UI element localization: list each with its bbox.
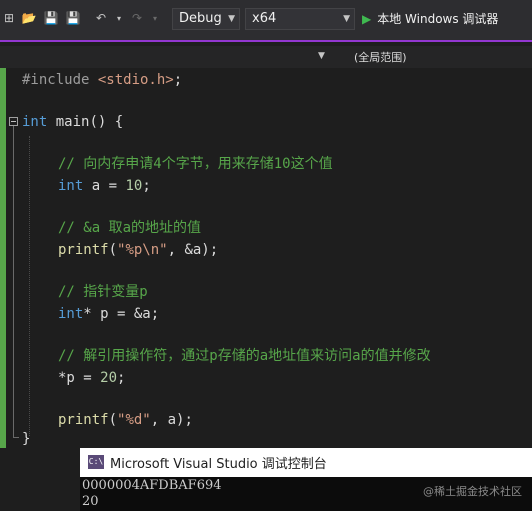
save-icon[interactable]: 💾	[42, 9, 60, 27]
code-comment-1: // 向内存申请4个字节，用来存储10这个值	[58, 156, 333, 172]
platform-value: x64	[252, 11, 277, 26]
toolbar-divider	[0, 40, 532, 42]
code-closing-brace: }	[22, 431, 31, 447]
redo-icon[interactable]: ↷	[128, 9, 146, 27]
toolbar: ⊞ 📂 💾 💾 ↶ ▾ ↷ ▾ Debug ▼ x64 ▼ ▶ 本地 Window…	[0, 0, 532, 40]
collapse-icon[interactable]	[9, 117, 18, 126]
code-line-main: int main() {	[22, 114, 124, 130]
code-comment-4: // 解引用操作符，通过p存储的a地址值来访问a的值并修改	[58, 348, 431, 364]
outline-line	[13, 126, 14, 438]
save-all-icon[interactable]: 💾	[64, 9, 82, 27]
console-line-address: 0000004AFDBAF694	[82, 478, 222, 493]
code-comment-3: // 指针变量p	[58, 284, 148, 300]
member-dropdown-icon[interactable]: ▼	[318, 51, 325, 61]
chevron-down-icon: ▼	[343, 14, 350, 24]
open-folder-icon[interactable]: 📂	[20, 9, 38, 27]
console-line-value: 20	[82, 494, 99, 509]
editor-bottom	[0, 448, 80, 511]
outline-end	[13, 437, 19, 438]
code-line-printf-p: printf("%p\n", &a);	[58, 242, 219, 258]
undo-icon[interactable]: ↶	[92, 9, 110, 27]
code-line-deref: *p = 20;	[58, 370, 126, 386]
solution-explorer-icon[interactable]: ⊞	[0, 9, 18, 27]
code-line-printf-d: printf("%d", a);	[58, 412, 193, 428]
watermark: @稀土掘金技术社区	[423, 485, 522, 498]
change-tracking-margin	[0, 68, 6, 448]
chevron-down-icon: ▼	[228, 14, 235, 24]
code-editor[interactable]: #include <stdio.h>; int main() { // 向内存申…	[0, 68, 532, 448]
navigation-bar: ▼ (全局范围)	[0, 46, 532, 69]
start-debugging-button[interactable]: ▶ 本地 Windows 调试器	[362, 8, 498, 30]
configuration-select[interactable]: Debug ▼	[172, 8, 240, 30]
undo-dropdown-icon[interactable]: ▾	[110, 9, 128, 27]
play-icon: ▶	[362, 12, 372, 26]
console-titlebar[interactable]: C:\ Microsoft Visual Studio 调试控制台	[80, 448, 532, 477]
code-comment-2: // &a 取a的地址的值	[58, 220, 202, 236]
code-line-pointer: int* p = &a;	[58, 306, 160, 322]
scope-select[interactable]: (全局范围)	[354, 49, 407, 65]
code-line-include: #include <stdio.h>;	[22, 72, 183, 88]
code-line-int-a: int a = 10;	[58, 178, 151, 194]
redo-dropdown-icon[interactable]: ▾	[146, 9, 164, 27]
indent-guide	[29, 136, 31, 436]
run-label: 本地 Windows 调试器	[377, 12, 499, 26]
console-output: 0000004AFDBAF694 20 @稀土掘金技术社区	[80, 477, 532, 511]
console-icon: C:\	[88, 455, 104, 469]
platform-select[interactable]: x64 ▼	[245, 8, 355, 30]
console-title: Microsoft Visual Studio 调试控制台	[110, 457, 327, 472]
configuration-value: Debug	[179, 11, 222, 26]
